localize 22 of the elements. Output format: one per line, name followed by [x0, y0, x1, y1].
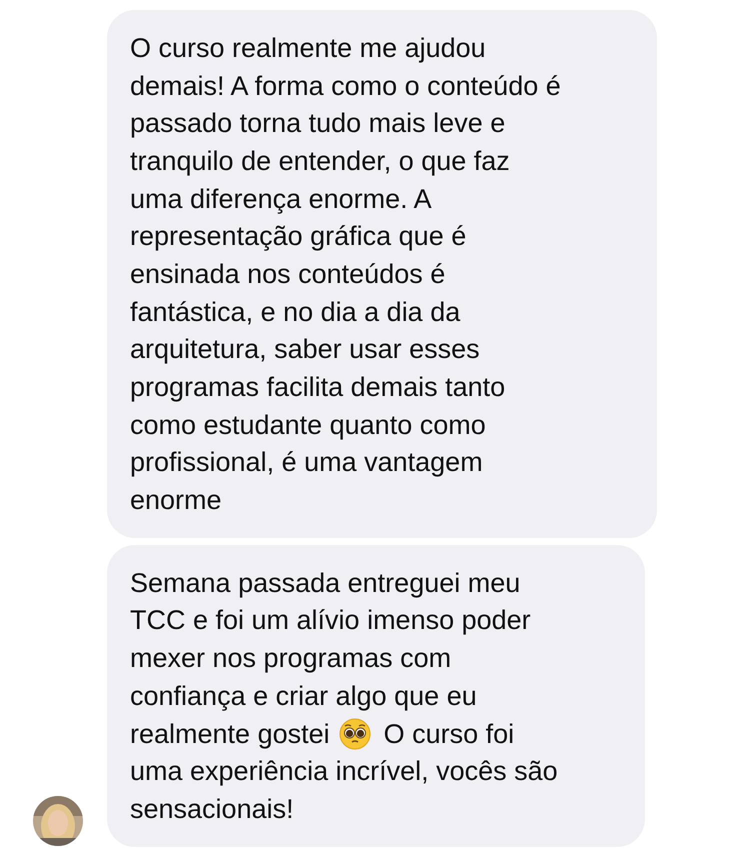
- pleading-face-icon: [338, 718, 371, 750]
- message-text: ensinada nos conteúdos é: [130, 258, 446, 290]
- message-text: mexer nos programas com: [130, 642, 452, 674]
- message-text: TCC e foi um alívio imenso poder: [130, 604, 531, 636]
- message-text: representação gráfica que é: [130, 220, 466, 252]
- message-text: realmente gostei: [130, 718, 330, 750]
- message-text: O curso realmente me ajudou: [130, 32, 486, 64]
- message-text: demais! A forma como o conteúdo é: [130, 70, 561, 102]
- message-text: como estudante quanto como: [130, 408, 486, 441]
- message-text: tranquilo de entender, o que faz: [130, 144, 510, 177]
- message-text: passado torna tudo mais leve e: [130, 107, 506, 140]
- message-text: O curso foi: [384, 718, 514, 750]
- message-text: confiança e criar algo que eu: [130, 680, 477, 712]
- message-text: profissional, é uma vantagem: [130, 446, 483, 478]
- message-text: sensacionais!: [130, 792, 294, 825]
- message-text: uma diferença enorme. A: [130, 182, 432, 215]
- message-text: fantástica, e no dia a dia da: [130, 296, 460, 328]
- message-text: uma experiência incrível, vocês são: [130, 755, 558, 788]
- message-text: enorme: [130, 484, 222, 516]
- message-text: Semana passada entreguei meu: [130, 566, 520, 599]
- message-text: arquitetura, saber usar esses: [130, 333, 480, 366]
- message-text: programas facilita demais tanto: [130, 371, 506, 404]
